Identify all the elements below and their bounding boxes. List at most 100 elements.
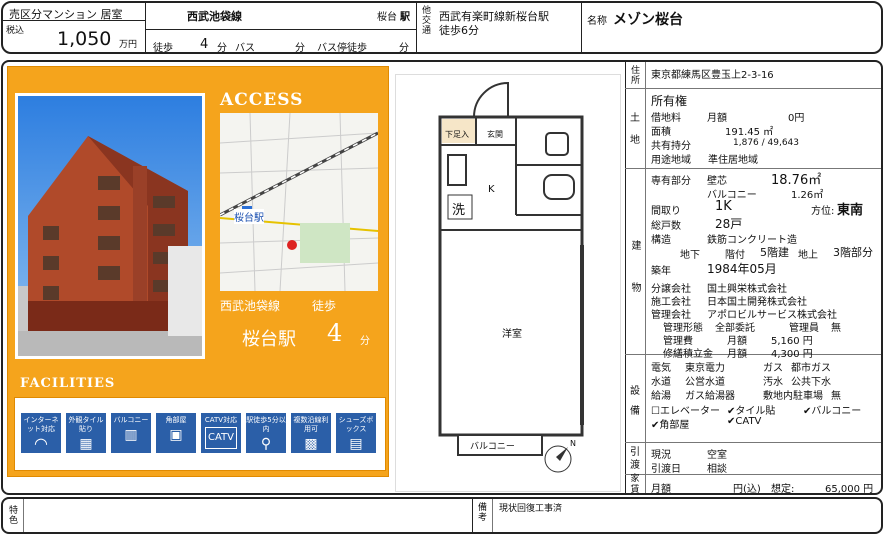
tv-icon: CATV対応 CATV: [200, 412, 242, 454]
footer-bar: 特色 備考 現状回復工事済: [1, 497, 883, 534]
exclusive-label: 専有部分: [651, 176, 691, 187]
built-label: 築年: [651, 266, 671, 277]
leasehold-month: 月額: [707, 113, 727, 124]
floors-basement: 地下: [680, 250, 700, 261]
electric-label: 電気: [651, 363, 671, 374]
hotwater-value: ガス給湯器: [685, 391, 735, 402]
remarks-value: 現状回復工事済: [499, 504, 563, 514]
units-value: 28戸: [715, 217, 743, 231]
sewer-label: 汚水: [763, 377, 783, 388]
plan-kitchen: K: [488, 184, 495, 195]
shoebox-icon: シューズボックス ▤: [335, 412, 377, 454]
compass-north-icon: N: [570, 439, 576, 448]
header-bar: 売区分マンション 居室 税込 1,050 万円 西武池袋線 桜台 駅 徒歩 4 …: [1, 1, 883, 54]
access-map: 桜台駅: [219, 112, 379, 292]
manager-value: 無: [831, 323, 841, 334]
bus-unit: 分: [295, 43, 305, 54]
promo-panel: ACCESS 桜台駅 西武池袋線 徒歩 桜台駅 4 分 FACILITIES イ…: [7, 66, 389, 477]
floors-attached: 階付: [725, 250, 745, 261]
direction-value: 東南: [837, 203, 864, 218]
building-photo: [15, 93, 205, 359]
facilities-grid: インターネット対応 ◠ 外観タイル貼り ▦ バルコニー ▥ 角部屋 ▣ CATV対応 CA…: [14, 397, 386, 471]
parking-label: 敷地内駐車場: [763, 391, 823, 402]
repair-month: 月額: [727, 349, 747, 360]
direction-label: 方位:: [811, 206, 835, 217]
electric-value: 東京電力: [685, 363, 725, 374]
access-walk-label: 徒歩: [312, 299, 337, 313]
ownership: 所有権: [651, 94, 688, 108]
section-rent-label: 家賃: [630, 474, 640, 495]
remarks-label: 備考: [478, 503, 488, 523]
section-land-label: 土地: [630, 113, 640, 146]
tile-icon: 外観タイル貼り ▦: [65, 412, 107, 454]
layout-value: 1K: [715, 199, 732, 214]
repair-label: 修繕積立金: [663, 349, 713, 360]
check-balcony: ✔バルコニー: [803, 406, 862, 417]
check-catv: ✔CATV: [727, 416, 762, 427]
area-value: 191.45 ㎡: [725, 127, 774, 138]
access-station: 桜台駅: [242, 329, 296, 350]
water-label: 水道: [651, 377, 671, 388]
leasehold-value: 0円: [788, 113, 805, 124]
balcony-icon: バルコニー ▥: [110, 412, 152, 454]
address: 東京都練馬区豊玉上2-3-16: [651, 70, 774, 81]
rent-unit: 円(込): [733, 484, 761, 495]
plan-laundry: 洗: [452, 203, 466, 218]
floors-total: 5階建: [760, 246, 789, 259]
other-transport-label: 他交通: [422, 6, 432, 36]
structure-label: 構造: [651, 235, 671, 246]
share-label: 共有持分: [651, 141, 691, 152]
gas-label: ガス: [763, 363, 783, 374]
map-station-label: 桜台駅: [234, 209, 264, 224]
plan-balcony: バルコニー: [470, 442, 515, 452]
section-handover-label: 引渡: [630, 447, 640, 471]
zone-value: 準住居地域: [708, 155, 758, 166]
price-unit: 万円: [119, 40, 138, 50]
share-value: 1,876 / 49,643: [733, 138, 800, 148]
station-suffix: 駅: [400, 12, 410, 23]
access-title: ACCESS: [220, 90, 304, 110]
floors-ground: 地上: [798, 250, 818, 261]
station-name: 桜台: [377, 12, 397, 23]
access-line: 西武池袋線: [220, 299, 281, 313]
rent-month: 月額: [651, 484, 671, 495]
access-min-unit: 分: [360, 336, 370, 347]
plan-room: 洋室: [502, 329, 522, 340]
handover-date-label: 引渡日: [651, 464, 681, 475]
check-corner: ✔角部屋: [651, 420, 690, 431]
wifi-icon: インターネット対応 ◠: [20, 412, 62, 454]
plan-entrance: 下足入: [445, 130, 469, 139]
rent-estimate-value: 65,000 円: [825, 484, 874, 495]
balcony-area: 1.26㎡: [791, 190, 824, 201]
section-location-label: 住所: [630, 66, 640, 86]
walk-minutes: 4: [200, 37, 209, 52]
hotwater-label: 給湯: [651, 391, 671, 402]
area-label: 面積: [651, 127, 671, 138]
bus-label: バス: [235, 43, 255, 54]
layout-label: 間取り: [651, 206, 681, 217]
other-transport-2: 徒歩6分: [439, 24, 479, 37]
access-minutes: 4: [327, 319, 343, 347]
parking-value: 無: [831, 391, 841, 402]
corner-room-icon: 角部屋 ▣: [155, 412, 197, 454]
category-label: 売区分マンション 居室: [9, 8, 123, 21]
section-object-label: 物: [631, 283, 642, 294]
bus-stop-label: バス停徒歩: [317, 43, 367, 54]
gas-value: 都市ガス: [791, 363, 831, 374]
access-card: ACCESS 桜台駅 西武池袋線 徒歩 桜台駅 4 分: [212, 87, 384, 364]
price-value: 1,050: [57, 28, 112, 50]
built-value: 1984年05月: [707, 262, 777, 276]
line-name: 西武池袋線: [187, 10, 242, 23]
floor-plan: 下足入 玄関 K 洗 洋室 バルコニー N: [395, 74, 621, 492]
current-value: 空室: [707, 450, 727, 461]
repair-value: 4,300 円: [771, 349, 813, 360]
wall-label: 壁芯: [707, 176, 727, 187]
bus-stop-unit: 分: [399, 43, 409, 54]
walk-icon: 駅徒歩5分以内 ⚲: [245, 412, 287, 454]
tax-label: 税込: [6, 26, 25, 36]
rent-estimate-label: 想定:: [771, 484, 795, 495]
walk-label: 徒歩: [153, 43, 173, 54]
leasehold-label: 借地料: [651, 113, 681, 124]
train-icon: 複数沿線利用可 ▩: [290, 412, 332, 454]
plan-genkan: 玄関: [487, 130, 503, 139]
